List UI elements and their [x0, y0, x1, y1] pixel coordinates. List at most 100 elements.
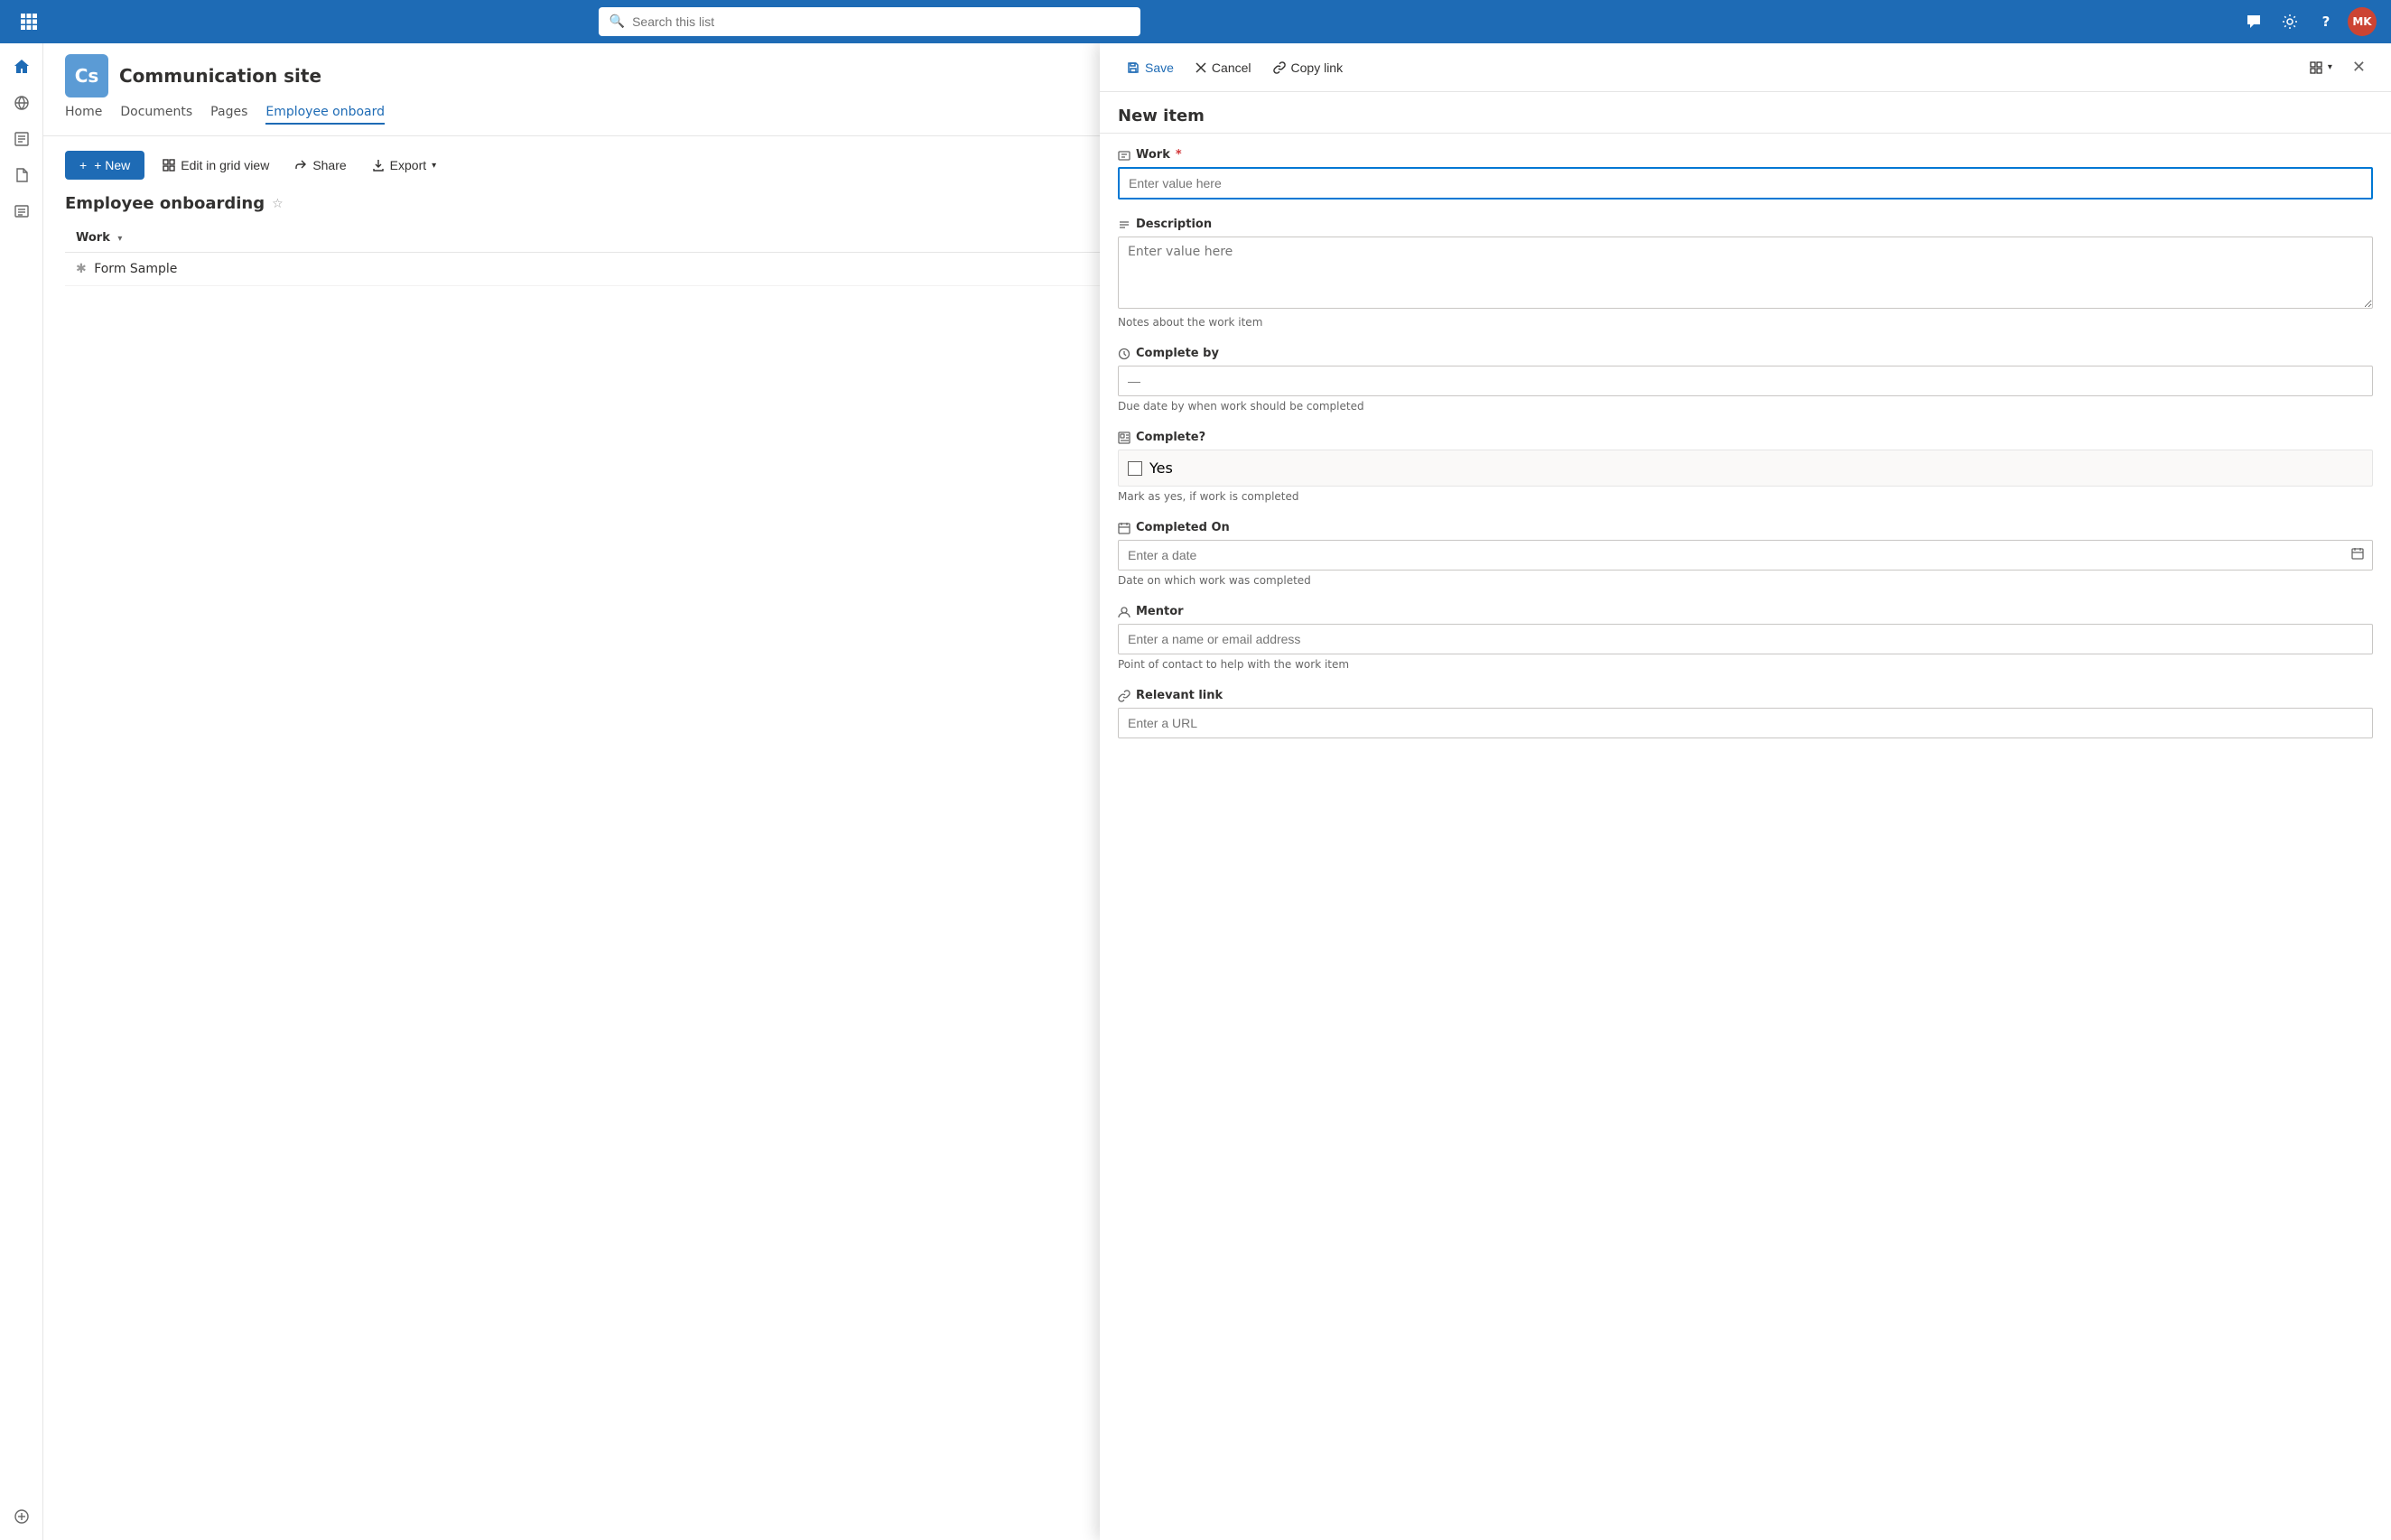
relevant-link-icon	[1118, 690, 1130, 702]
field-completed-on-label-text: Completed On	[1136, 521, 1230, 534]
share-button[interactable]: Share	[287, 151, 353, 180]
copy-link-label: Copy link	[1291, 60, 1344, 75]
description-hint: Notes about the work item	[1118, 316, 2373, 329]
share-label: Share	[312, 158, 346, 172]
description-textarea[interactable]	[1118, 237, 2373, 309]
complete-by-icon	[1118, 348, 1130, 360]
description-field-icon	[1118, 218, 1130, 231]
export-icon	[372, 159, 385, 172]
search-icon: 🔍	[609, 14, 625, 29]
site-logo-text: Cs	[75, 65, 99, 87]
edit-grid-button[interactable]: Edit in grid view	[155, 151, 276, 180]
copy-link-button[interactable]: Copy link	[1264, 55, 1353, 80]
site-name: Communication site	[119, 65, 321, 87]
field-description-label: Description	[1118, 218, 2373, 231]
save-button[interactable]: Save	[1118, 55, 1183, 80]
field-description: Description Notes about the work item	[1118, 218, 2373, 329]
field-complete-label-text: Complete?	[1136, 431, 1205, 444]
nav-list[interactable]	[5, 195, 38, 227]
field-work-label: Work *	[1118, 148, 2373, 162]
nav-item-documents[interactable]: Documents	[120, 105, 192, 125]
field-mentor-label-text: Mentor	[1136, 605, 1184, 618]
date-picker-icon[interactable]	[2351, 547, 2364, 563]
relevant-link-input[interactable]	[1118, 708, 2373, 738]
cancel-button[interactable]: Cancel	[1186, 55, 1261, 80]
field-work: Work *	[1118, 148, 2373, 199]
field-relevant-link-label-text: Relevant link	[1136, 689, 1223, 702]
export-button[interactable]: Export ▾	[365, 151, 444, 180]
cancel-label: Cancel	[1212, 60, 1251, 75]
topbar-right-actions: ? MK	[2239, 7, 2377, 36]
work-value: Form Sample	[94, 262, 177, 276]
nav-globe[interactable]	[5, 87, 38, 119]
copy-link-icon	[1273, 61, 1286, 74]
share-icon	[294, 159, 307, 172]
avatar-initials: MK	[2352, 15, 2371, 28]
new-button[interactable]: + + New	[65, 151, 144, 180]
completed-on-wrapper	[1118, 540, 2373, 571]
field-complete-by: Complete by Due date by when work should…	[1118, 347, 2373, 413]
field-work-label-text: Work	[1136, 148, 1170, 162]
close-panel-button[interactable]: ✕	[2345, 54, 2373, 80]
field-completed-on: Completed On Date on which work was comp…	[1118, 521, 2373, 587]
save-icon	[1127, 61, 1140, 74]
work-input[interactable]	[1118, 167, 2373, 199]
left-nav	[0, 43, 43, 1540]
field-complete: Complete? Yes Mark as yes, if work is co…	[1118, 431, 2373, 503]
completed-on-icon	[1118, 522, 1130, 534]
edit-grid-icon	[163, 159, 175, 172]
plus-icon: +	[79, 158, 87, 172]
site-logo: Cs	[65, 54, 108, 97]
close-icon: ✕	[2352, 58, 2366, 76]
mentor-hint: Point of contact to help with the work i…	[1118, 658, 2373, 671]
panel-title: New item	[1100, 92, 2391, 134]
search-input[interactable]	[632, 14, 1130, 29]
export-chevron-icon: ▾	[432, 161, 436, 171]
nav-file[interactable]	[5, 159, 38, 191]
user-avatar[interactable]: MK	[2348, 7, 2377, 36]
save-label: Save	[1145, 60, 1174, 75]
nav-notes[interactable]	[5, 123, 38, 155]
topbar: 🔍 ? MK	[0, 0, 2391, 43]
panel-content: Work * Description Notes about the work …	[1100, 134, 2391, 1540]
waffle-menu[interactable]	[14, 7, 43, 36]
complete-by-input[interactable]	[1118, 366, 2373, 396]
complete-checkbox-row: Yes	[1118, 450, 2373, 487]
nav-item-pages[interactable]: Pages	[210, 105, 247, 125]
field-description-label-text: Description	[1136, 218, 1212, 231]
field-mentor: Mentor Point of contact to help with the…	[1118, 605, 2373, 671]
panel-view-toggle[interactable]: ▾	[2301, 56, 2341, 79]
field-completed-on-label: Completed On	[1118, 521, 2373, 534]
work-col-chevron-icon: ▾	[117, 234, 122, 244]
chat-icon[interactable]	[2239, 7, 2268, 36]
completed-on-hint: Date on which work was completed	[1118, 574, 2373, 587]
nav-item-employee-onboard[interactable]: Employee onboard	[265, 105, 385, 125]
main-layout: Cs Communication site Home Documents Pag…	[0, 43, 2391, 1540]
complete-field-icon	[1118, 431, 1130, 444]
field-complete-label: Complete?	[1118, 431, 2373, 444]
panel-layout-icon	[2310, 61, 2322, 74]
complete-checkbox[interactable]	[1128, 461, 1142, 476]
list-title: Employee onboarding	[65, 194, 265, 213]
completed-on-input[interactable]	[1118, 540, 2373, 571]
favorite-star-icon[interactable]: ☆	[272, 197, 284, 211]
complete-hint: Mark as yes, if work is completed	[1118, 490, 2373, 503]
nav-item-home[interactable]: Home	[65, 105, 102, 125]
complete-by-hint: Due date by when work should be complete…	[1118, 400, 2373, 413]
cancel-icon	[1196, 62, 1206, 73]
required-indicator: *	[1176, 148, 1182, 162]
nav-add[interactable]	[5, 1500, 38, 1533]
row-pin-icon: ✱	[76, 262, 87, 276]
field-mentor-label: Mentor	[1118, 605, 2373, 618]
help-icon[interactable]: ?	[2312, 7, 2340, 36]
search-box[interactable]: 🔍	[599, 7, 1140, 36]
mentor-input[interactable]	[1118, 624, 2373, 654]
panel-toolbar: Save Cancel Copy link ▾ ✕	[1100, 43, 2391, 92]
settings-icon[interactable]	[2275, 7, 2304, 36]
field-relevant-link-label: Relevant link	[1118, 689, 2373, 702]
nav-home[interactable]	[5, 51, 38, 83]
field-complete-by-label: Complete by	[1118, 347, 2373, 360]
complete-yes-label: Yes	[1149, 459, 1173, 477]
field-complete-by-label-text: Complete by	[1136, 347, 1219, 360]
field-relevant-link: Relevant link	[1118, 689, 2373, 738]
